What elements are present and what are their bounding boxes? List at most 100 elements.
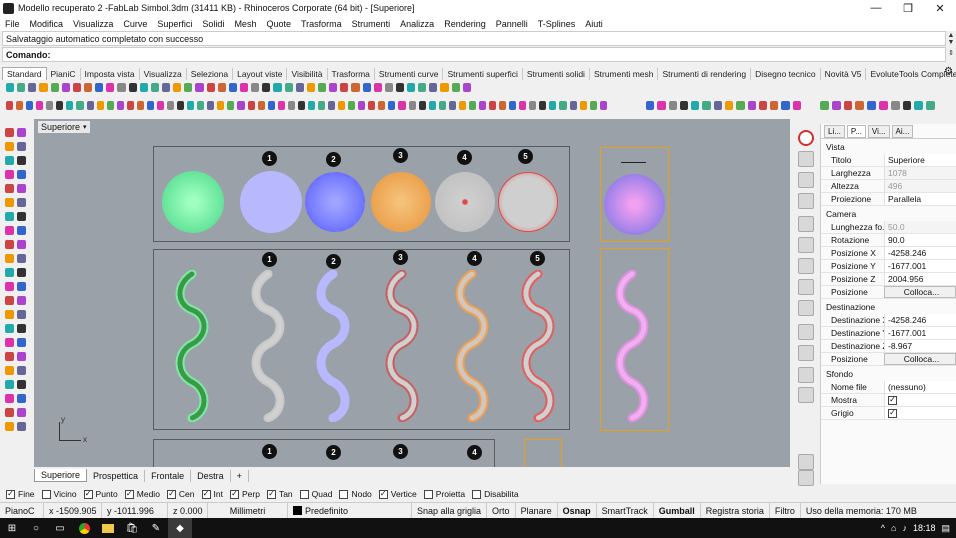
- left-tool-icon-18-1[interactable]: [17, 380, 26, 389]
- sfondo-checkbox-1[interactable]: ✓: [888, 395, 897, 405]
- main-tool-icon-39[interactable]: [398, 101, 406, 110]
- panel-strip-icon-0[interactable]: [798, 130, 814, 146]
- store-icon[interactable]: 🛍: [120, 518, 144, 538]
- standard-tool-icon-38[interactable]: [429, 83, 438, 92]
- viewport-superiore[interactable]: 1 2 3 4 5 1 2 3 4 5 1 2 3 4 y x: [34, 119, 790, 467]
- menu-strumenti[interactable]: Strumenti: [347, 19, 396, 29]
- left-tool-icon-19-0[interactable]: [5, 394, 14, 403]
- render-tool-icon-4[interactable]: [867, 101, 876, 110]
- left-tool-icon-19-1[interactable]: [17, 394, 26, 403]
- left-tool-icon-14-1[interactable]: [17, 324, 26, 333]
- main-tool-icon-18[interactable]: [187, 101, 195, 110]
- standard-tool-icon-35[interactable]: [395, 83, 405, 92]
- view-tab-1[interactable]: Prospettica: [87, 469, 146, 482]
- left-tool-icon-6-1[interactable]: [17, 212, 26, 221]
- props-tab-0[interactable]: Li...: [824, 124, 845, 138]
- main-tool-icon-28[interactable]: [287, 101, 295, 110]
- osnap-checkbox-fine[interactable]: ✓: [6, 489, 15, 499]
- standard-tool-icon-16[interactable]: [184, 83, 193, 92]
- pattern-symbol-6[interactable]: [614, 269, 650, 424]
- osnap-checkbox-nodo[interactable]: [339, 489, 349, 499]
- main-tool-icon-50[interactable]: [509, 101, 517, 110]
- file-explorer-icon[interactable]: [96, 518, 120, 538]
- display-tool-icon-2[interactable]: [668, 101, 677, 110]
- left-tool-icon-1-1[interactable]: [17, 142, 26, 151]
- camera-value-2[interactable]: -4258.246: [884, 247, 956, 259]
- props-tab-2[interactable]: Vi...: [867, 124, 890, 138]
- toolbar-tab-15[interactable]: EvoluteTools Complete: [866, 68, 956, 80]
- chevron-up-icon[interactable]: ^: [881, 523, 885, 533]
- main-tool-icon-7[interactable]: [76, 101, 84, 110]
- pattern-symbol-3[interactable]: [384, 269, 420, 424]
- osnap-checkbox-int[interactable]: ✓: [201, 489, 211, 499]
- main-tool-icon-10[interactable]: [106, 101, 114, 110]
- left-tool-icon-12-0[interactable]: [5, 296, 14, 305]
- panel-strip-icon-6[interactable]: [798, 258, 814, 274]
- menu-file[interactable]: File: [0, 19, 25, 29]
- standard-tool-icon-40[interactable]: [451, 83, 460, 92]
- main-tool-icon-46[interactable]: [468, 101, 476, 110]
- display-tool-icon-10[interactable]: [758, 101, 768, 110]
- panel-strip-icon-13[interactable]: [798, 454, 814, 470]
- panel-strip-icon-12[interactable]: [798, 387, 814, 403]
- props-tab-1[interactable]: P...: [846, 124, 866, 138]
- main-tool-icon-52[interactable]: [529, 101, 537, 110]
- main-tool-icon-49[interactable]: [499, 101, 507, 110]
- osnap-checkbox-disabilita[interactable]: [472, 489, 482, 499]
- render-tool-icon-7[interactable]: [902, 101, 912, 110]
- osnap-nodo[interactable]: Nodo: [339, 489, 372, 499]
- dest-value-1[interactable]: -1677.001: [884, 327, 956, 339]
- status-layer[interactable]: Predefinito: [288, 502, 412, 519]
- standard-tool-icon-7[interactable]: [83, 83, 93, 92]
- network-icon[interactable]: ⌂: [891, 523, 896, 533]
- camera-value-3[interactable]: -1677.001: [884, 260, 956, 272]
- maximize-button[interactable]: ❐: [892, 2, 924, 15]
- left-tool-icon-10-0[interactable]: [5, 268, 14, 277]
- osnap-tan[interactable]: ✓ Tan: [266, 489, 293, 499]
- standard-tool-icon-29[interactable]: [329, 83, 338, 92]
- main-tool-icon-21[interactable]: [217, 101, 225, 110]
- left-tool-icon-20-0[interactable]: [5, 408, 14, 417]
- render-tool-icon-5[interactable]: [878, 101, 888, 110]
- main-tool-icon-43[interactable]: [438, 101, 446, 110]
- toolbar-tab-14[interactable]: Novità V5: [821, 68, 867, 80]
- display-tool-icon-11[interactable]: [770, 101, 779, 110]
- main-tool-icon-33[interactable]: [338, 101, 346, 110]
- left-tool-icon-12-1[interactable]: [17, 296, 26, 305]
- standard-tool-icon-32[interactable]: [362, 83, 371, 92]
- standard-tool-icon-18[interactable]: [206, 83, 215, 92]
- menu-curve[interactable]: Curve: [118, 19, 152, 29]
- main-tool-icon-9[interactable]: [96, 101, 104, 110]
- main-tool-icon-12[interactable]: [126, 101, 134, 110]
- green-disc[interactable]: [162, 171, 224, 233]
- standard-tool-icon-10[interactable]: [117, 83, 126, 92]
- status-toggle-3[interactable]: Osnap: [558, 502, 597, 519]
- camera-value-1[interactable]: 90.0: [884, 234, 956, 246]
- left-tool-icon-11-0[interactable]: [5, 282, 14, 291]
- menu-trasforma[interactable]: Trasforma: [296, 19, 347, 29]
- vista-value-0[interactable]: Superiore: [884, 154, 956, 166]
- left-tool-icon-7-0[interactable]: [5, 226, 14, 235]
- main-tool-icon-42[interactable]: [428, 101, 436, 110]
- menu-pannelli[interactable]: Pannelli: [491, 19, 533, 29]
- left-tool-icon-14-0[interactable]: [5, 324, 14, 333]
- left-tool-icon-21-1[interactable]: [17, 422, 26, 431]
- toolbar-tab-13[interactable]: Disegno tecnico: [751, 68, 821, 80]
- main-tool-icon-53[interactable]: [539, 101, 547, 110]
- dest-value-3[interactable]: Colloca...: [884, 353, 956, 365]
- menu-mesh[interactable]: Mesh: [229, 19, 261, 29]
- left-tool-icon-16-1[interactable]: [17, 352, 26, 361]
- display-tool-icon-1[interactable]: [657, 101, 666, 110]
- standard-tool-icon-19[interactable]: [217, 83, 226, 92]
- panel-strip-icon-10[interactable]: [798, 345, 814, 361]
- main-tool-icon-40[interactable]: [408, 101, 416, 110]
- status-toggle-5[interactable]: Gumball: [654, 502, 701, 519]
- close-button[interactable]: ✕: [924, 2, 956, 15]
- standard-tool-icon-13[interactable]: [150, 83, 159, 92]
- status-toggle-2[interactable]: Planare: [516, 502, 558, 519]
- standard-tool-icon-36[interactable]: [407, 83, 416, 92]
- main-tool-icon-34[interactable]: [348, 101, 356, 110]
- display-tool-icon-7[interactable]: [724, 101, 734, 110]
- standard-tool-icon-20[interactable]: [228, 83, 237, 92]
- main-tool-icon-5[interactable]: [56, 101, 64, 110]
